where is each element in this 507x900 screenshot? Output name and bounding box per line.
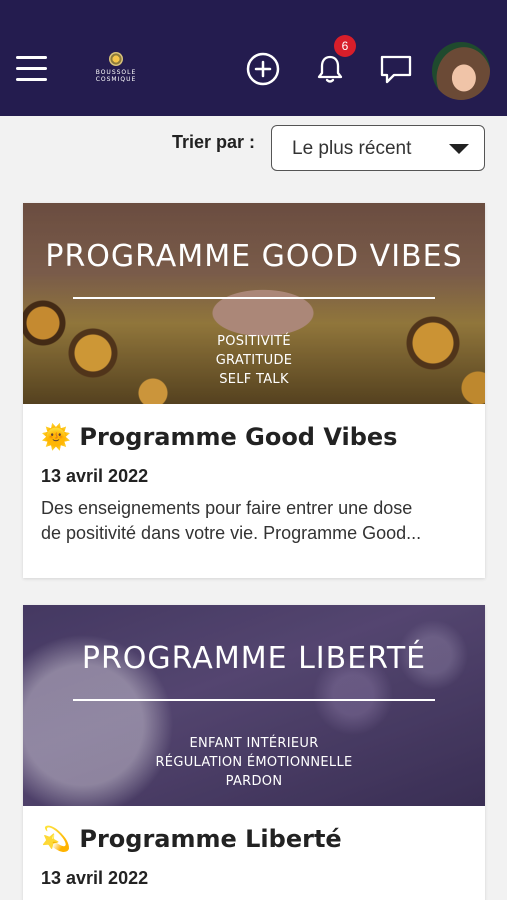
banner-title: PROGRAMME LIBERTÉ bbox=[81, 641, 427, 676]
bell-icon bbox=[317, 55, 343, 83]
program-card[interactable]: PROGRAMME GOOD VIBES POSITIVITÉ GRATITUD… bbox=[23, 203, 485, 578]
banner-divider bbox=[73, 699, 435, 701]
app-logo[interactable]: BOUSSOLE COSMIQUE bbox=[88, 52, 144, 92]
card-description-line: de positivité dans votre vie. Programme … bbox=[41, 523, 422, 543]
banner-tag: GRATITUDE bbox=[215, 353, 293, 368]
card-title[interactable]: 💫 Programme Liberté bbox=[41, 825, 342, 853]
add-button[interactable] bbox=[246, 52, 280, 86]
banner-tag: POSITIVITÉ bbox=[217, 334, 291, 349]
sort-bar: Trier par : Le plus récent bbox=[0, 118, 507, 180]
banner-tag: RÉGULATION ÉMOTIONNELLE bbox=[155, 755, 353, 770]
sort-dropdown[interactable]: Le plus récent bbox=[271, 125, 485, 171]
card-title-text: Programme Good Vibes bbox=[79, 423, 398, 451]
banner-tag: PARDON bbox=[225, 774, 283, 789]
program-card[interactable]: PROGRAMME LIBERTÉ ENFANT INTÉRIEUR RÉGUL… bbox=[23, 605, 485, 900]
card-title[interactable]: 🌞 Programme Good Vibes bbox=[41, 423, 397, 451]
user-avatar[interactable] bbox=[432, 42, 490, 100]
chevron-down-icon bbox=[449, 144, 469, 154]
notifications-button[interactable] bbox=[313, 52, 347, 86]
notification-badge[interactable]: 6 bbox=[334, 35, 356, 57]
sun-emoji-icon: 🌞 bbox=[41, 423, 71, 451]
banner-tag: SELF TALK bbox=[219, 372, 289, 387]
banner-title: PROGRAMME GOOD VIBES bbox=[45, 239, 463, 274]
banner-tag: ENFANT INTÉRIEUR bbox=[189, 736, 319, 751]
top-app-bar: BOUSSOLE COSMIQUE 6 bbox=[0, 0, 507, 116]
sparkle-emoji-icon: 💫 bbox=[41, 825, 71, 853]
chat-bubble-icon bbox=[380, 55, 412, 84]
card-description-line: Des enseignements pour faire entrer une … bbox=[41, 498, 413, 518]
compass-logo-icon bbox=[109, 52, 123, 66]
logo-text-line2: COSMIQUE bbox=[95, 76, 137, 83]
card-title-text: Programme Liberté bbox=[79, 825, 342, 853]
menu-icon[interactable] bbox=[16, 56, 48, 84]
card-date: 13 avril 2022 bbox=[41, 466, 149, 486]
plus-circle-icon bbox=[246, 52, 280, 86]
banner-divider bbox=[73, 297, 435, 299]
sort-selected-value: Le plus récent bbox=[292, 138, 412, 159]
messages-button[interactable] bbox=[378, 52, 414, 86]
card-date: 13 avril 2022 bbox=[41, 868, 149, 888]
program-banner-image: PROGRAMME LIBERTÉ ENFANT INTÉRIEUR RÉGUL… bbox=[23, 605, 485, 806]
program-banner-image: PROGRAMME GOOD VIBES POSITIVITÉ GRATITUD… bbox=[23, 203, 485, 404]
sort-label: Trier par : bbox=[172, 132, 256, 152]
logo-text-line1: BOUSSOLE bbox=[95, 69, 137, 76]
card-description: Des enseignements pour faire entrer une … bbox=[41, 496, 471, 546]
